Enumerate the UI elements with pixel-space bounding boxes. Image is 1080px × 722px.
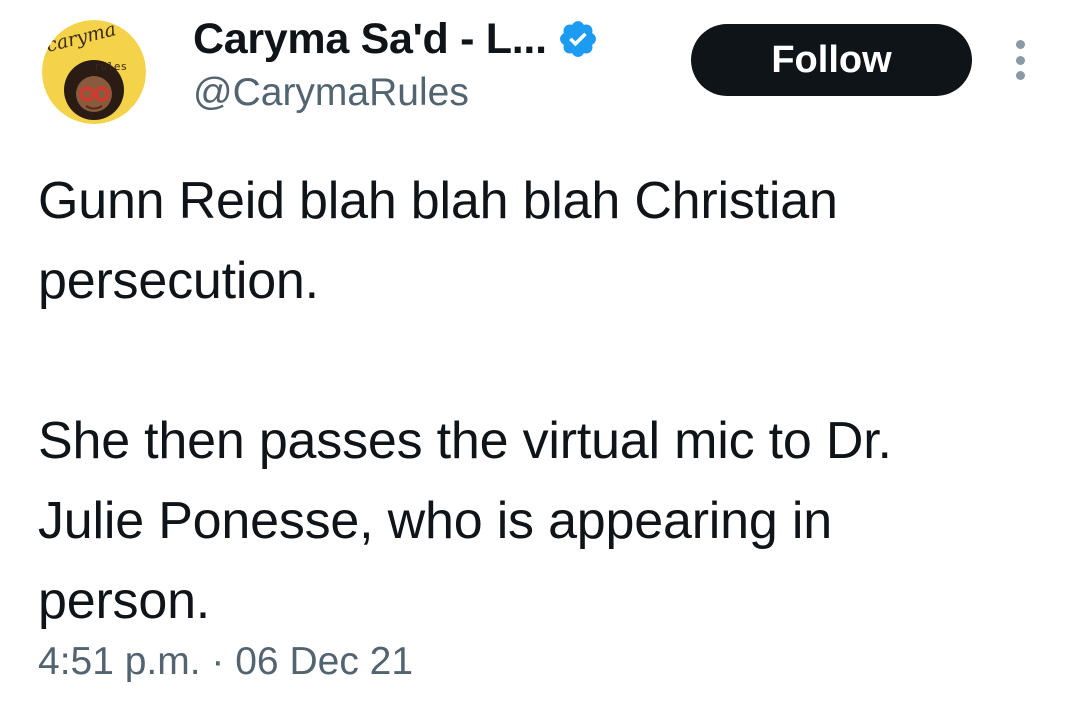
tweet-text: Gunn Reid blah blah blah Christian perse… (38, 172, 892, 630)
tweet-timestamp[interactable]: 4:51 p.m. · 06 Dec 21 (38, 640, 413, 684)
verified-badge-icon (557, 18, 599, 60)
author-name-row[interactable]: Caryma Sa'd - L... (193, 10, 599, 68)
more-dot (1015, 40, 1025, 49)
more-dot (1015, 71, 1025, 80)
tweet: caryma rules Caryma Sa'd - L... @CarymaR… (0, 0, 1080, 722)
author-display-name[interactable]: Caryma Sa'd - L... (193, 15, 547, 64)
more-dot (1015, 55, 1025, 65)
author-handle[interactable]: @CarymaRules (193, 71, 469, 115)
avatar-image: caryma rules (42, 20, 146, 124)
avatar[interactable]: caryma rules (42, 20, 146, 124)
svg-text:rules: rules (94, 60, 127, 73)
follow-button[interactable]: Follow (691, 24, 972, 96)
more-vertical-icon[interactable] (1004, 36, 1036, 84)
